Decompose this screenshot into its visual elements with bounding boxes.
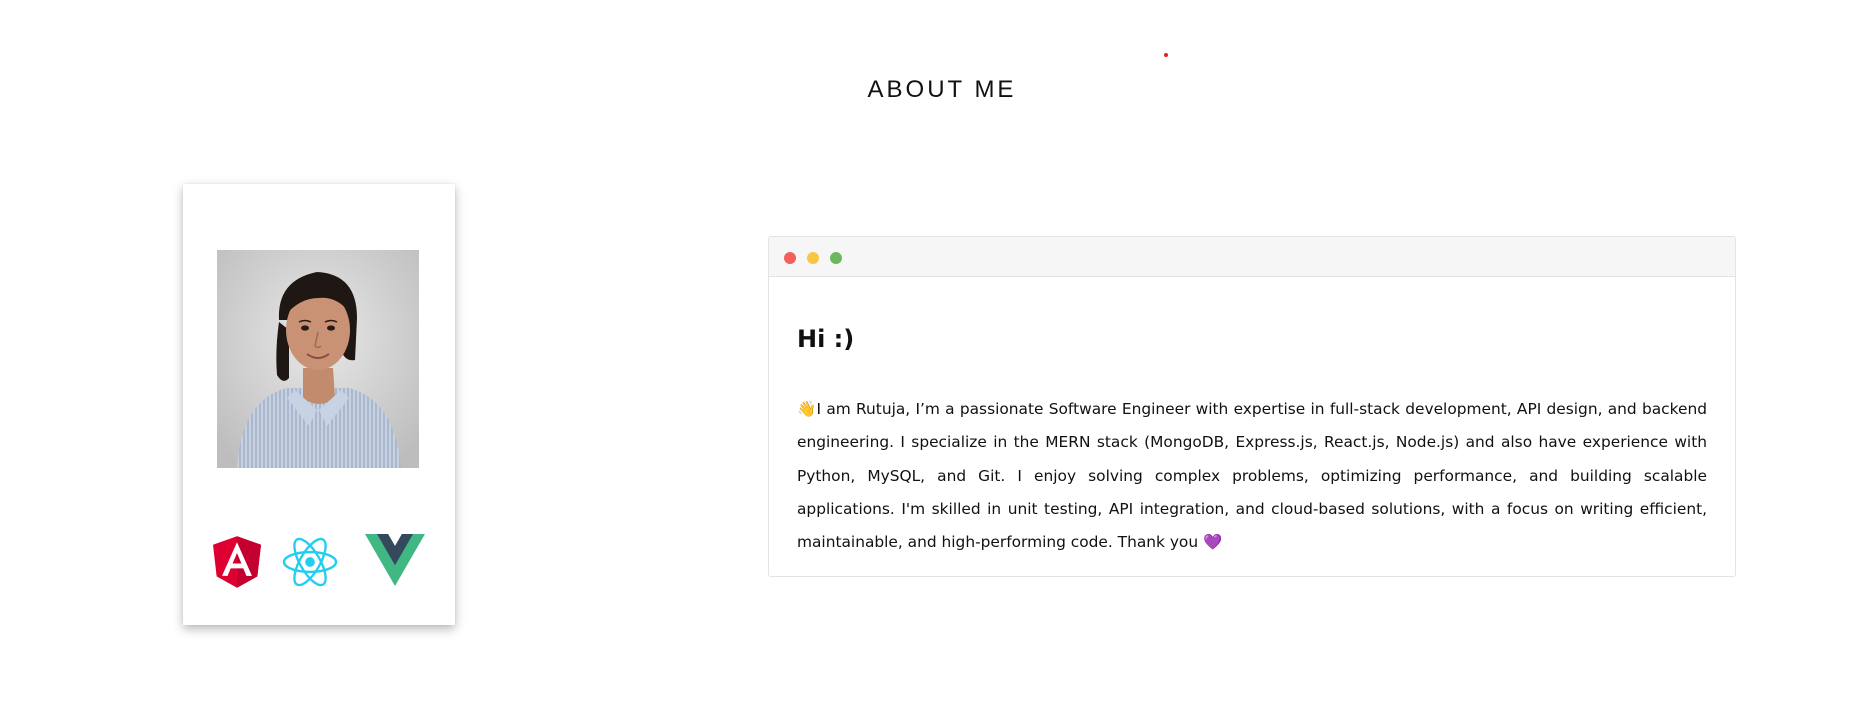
vue-icon: [365, 534, 425, 586]
angular-icon: [213, 536, 261, 588]
window-minimize-dot: [807, 252, 819, 264]
bio-paragraph: 👋I am Rutuja, I’m a passionate Software …: [797, 393, 1707, 559]
window-maximize-dot: [830, 252, 842, 264]
window-titlebar: [769, 237, 1735, 277]
profile-photo: [217, 250, 419, 468]
greeting-heading: Hi :): [797, 325, 855, 353]
cursor-dot: [1164, 53, 1168, 57]
section-title: ABOUT ME: [867, 76, 1017, 103]
about-window: Hi :) 👋I am Rutuja, I’m a passionate Sof…: [768, 236, 1736, 577]
about-page: ABOUT ME Hi:) 👋I am Rutuja, I’m a passi…: [0, 0, 1868, 712]
tech-icons: [213, 534, 433, 590]
window-close-dot: [784, 252, 796, 264]
heart-emoji: 💜: [1203, 533, 1223, 552]
bio-text: I am Rutuja, I’m a passionate Software E…: [797, 400, 1707, 552]
react-icon: [281, 536, 339, 588]
wave-emoji: 👋: [797, 400, 817, 418]
profile-card: [183, 184, 455, 625]
